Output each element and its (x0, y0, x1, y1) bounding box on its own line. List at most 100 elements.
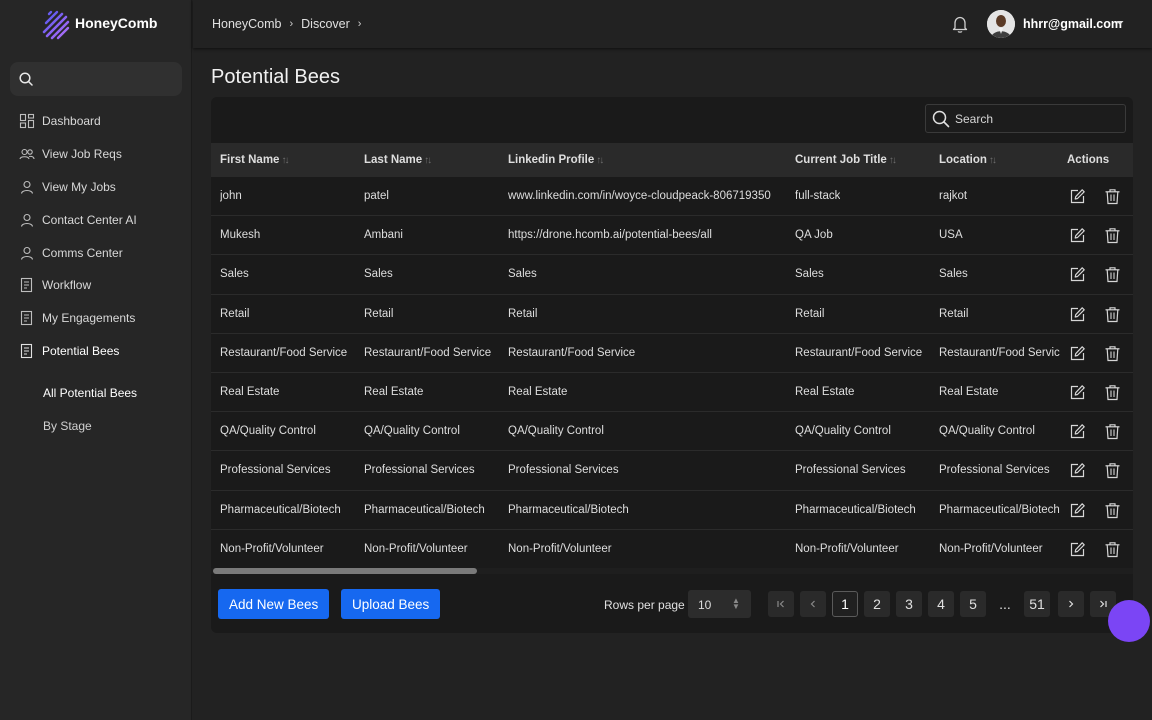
edit-icon[interactable] (1069, 188, 1086, 205)
edit-icon[interactable] (1069, 266, 1086, 283)
table-row[interactable]: Restaurant/Food Service Restaurant/Food S… (211, 334, 1133, 373)
linkedin-profile-cell: www.linkedin.com/in/woyce-cloudpeack-806… (508, 190, 771, 202)
add-new-bees-button[interactable]: Add New Bees (218, 589, 330, 619)
table-row[interactable]: Sales Sales Sales Sales Sales (211, 255, 1133, 295)
user-icon (20, 246, 34, 260)
sidebar: HoneyComb Dashboard View Job Reqs View M… (0, 0, 192, 720)
edit-icon[interactable] (1069, 345, 1086, 362)
sidebar-item-label: Potential Bees (42, 343, 120, 358)
table-row[interactable]: Retail Retail Retail Retail Retail (211, 295, 1133, 334)
user-icon (20, 180, 34, 194)
sidebar-item-label: Contact Center AI (42, 212, 137, 227)
trash-icon[interactable] (1104, 227, 1121, 244)
last-name-cell: Professional Services (364, 464, 475, 477)
edit-icon[interactable] (1069, 423, 1086, 440)
avatar[interactable] (987, 10, 1015, 38)
sort-icon[interactable]: ↑↓ (989, 155, 997, 166)
table-row[interactable]: Pharmaceutical/Biotech Pharmaceutical/Bio… (211, 491, 1133, 530)
trash-icon[interactable] (1104, 188, 1121, 205)
first-page-button[interactable] (768, 591, 794, 617)
bell-icon[interactable] (951, 15, 969, 34)
upload-bees-button[interactable]: Upload Bees (341, 589, 441, 619)
dashboard-icon (19, 114, 35, 129)
sidebar-item-label: View Job Reqs (42, 147, 122, 162)
horizontal-scrollbar[interactable] (211, 568, 1133, 574)
chevron-right-icon: › (357, 18, 362, 30)
edit-icon[interactable] (1069, 384, 1086, 401)
table-row[interactable]: QA/Quality Control QA/Quality Control QA/Q… (211, 412, 1133, 452)
rows-per-page-select[interactable]: 10 ▲ ▼ (688, 590, 751, 618)
trash-icon[interactable] (1104, 502, 1121, 519)
document-icon (20, 343, 33, 359)
next-page-button[interactable] (1058, 591, 1084, 617)
sort-icon[interactable]: ↑↓ (889, 155, 897, 166)
sidebar-subitem-all-potential-bees[interactable]: All Potential Bees (0, 376, 192, 409)
trash-icon[interactable] (1104, 345, 1121, 362)
previous-page-button[interactable] (800, 591, 826, 617)
sidebar-item-contact-center-ai[interactable]: Contact Center AI (0, 203, 192, 236)
sidebar-item-workflow[interactable]: Workflow (0, 269, 192, 302)
sidebar-search[interactable] (10, 62, 182, 96)
chevron-left-icon (810, 600, 815, 608)
table-row[interactable]: john patel www.linkedin.com/in/woyce-cloud… (211, 177, 1133, 217)
sidebar-item-dashboard[interactable]: Dashboard (0, 105, 192, 138)
location-cell: QA/Quality Control (939, 425, 1035, 438)
caret-down-icon[interactable] (1116, 20, 1124, 26)
top-bar: HoneyComb › Discover › hhrr@gmail.com (193, 0, 1152, 48)
sidebar-item-comms-center[interactable]: Comms Center (0, 236, 192, 269)
table-row[interactable]: Non-Profit/Volunteer Non-Profit/Volunteer… (211, 530, 1133, 569)
page-button-4[interactable]: 4 (928, 591, 954, 617)
edit-icon[interactable] (1069, 541, 1086, 558)
first-name-cell: QA/Quality Control (220, 425, 316, 438)
edit-icon[interactable] (1069, 462, 1086, 479)
sidebar-item-view-my-jobs[interactable]: View My Jobs (0, 171, 192, 204)
page-button-2[interactable]: 2 (864, 591, 890, 617)
page-button-51[interactable]: 51 (1024, 591, 1050, 617)
table-row[interactable]: Real Estate Real Estate Real Estate Real Es… (211, 373, 1133, 413)
column-header-first-name[interactable]: First Name ↑↓ (220, 154, 289, 166)
column-header-linkedin-profile[interactable]: Linkedin Profile ↑↓ (508, 154, 604, 166)
location-cell: Restaurant/Food Service (939, 346, 1060, 359)
scrollbar-thumb[interactable] (213, 568, 477, 574)
logo[interactable]: HoneyComb (40, 10, 157, 40)
first-name-cell: Retail (220, 307, 250, 320)
last-name-cell: Non-Profit/Volunteer (364, 542, 468, 555)
last-name-cell: Real Estate (364, 385, 424, 398)
trash-icon[interactable] (1104, 266, 1121, 283)
sidebar-subitem-by-stage[interactable]: By Stage (0, 409, 192, 442)
column-header-location[interactable]: Location ↑↓ (939, 154, 997, 166)
table-row[interactable]: Professional Services Professional Servic… (211, 451, 1133, 491)
sidebar-item-my-engagements[interactable]: My Engagements (0, 302, 192, 335)
search-input[interactable] (955, 110, 1115, 128)
floating-action-button[interactable] (1108, 600, 1150, 642)
trash-icon[interactable] (1104, 541, 1121, 558)
breadcrumb-item[interactable]: Discover (301, 17, 350, 31)
search-icon (19, 72, 33, 86)
edit-icon[interactable] (1069, 306, 1086, 323)
user-email[interactable]: hhrr@gmail.com (1023, 17, 1122, 31)
first-name-cell: Restaurant/Food Service (220, 346, 348, 359)
breadcrumb-item[interactable]: HoneyComb (212, 17, 281, 31)
sidebar-subnav: All Potential Bees By Stage (0, 376, 192, 442)
trash-icon[interactable] (1104, 384, 1121, 401)
trash-icon[interactable] (1104, 306, 1121, 323)
sort-icon[interactable]: ↑↓ (424, 155, 432, 166)
sidebar-item-view-job-reqs[interactable]: View Job Reqs (0, 138, 192, 171)
column-header-last-name[interactable]: Last Name ↑↓ (364, 154, 432, 166)
edit-icon[interactable] (1069, 502, 1086, 519)
trash-icon[interactable] (1104, 423, 1121, 440)
edit-icon[interactable] (1069, 227, 1086, 244)
sort-icon[interactable]: ↑↓ (596, 155, 604, 166)
table-card: First Name↑↓ Last Name↑↓ Linkedin Profil… (211, 97, 1133, 633)
page-button-3[interactable]: 3 (896, 591, 922, 617)
column-header-label: Actions (1067, 154, 1110, 166)
table-search[interactable] (925, 104, 1126, 133)
table-row[interactable]: Mukesh Ambani https://drone.hcomb.ai/poten… (211, 216, 1133, 256)
sort-icon[interactable]: ↑↓ (281, 155, 289, 166)
page-button-5[interactable]: 5 (960, 591, 986, 617)
column-header-current-job-title[interactable]: Current Job Title ↑↓ (795, 154, 897, 166)
trash-icon[interactable] (1104, 462, 1121, 479)
column-header-label: Location (939, 154, 987, 166)
page-button-1[interactable]: 1 (832, 591, 858, 617)
sidebar-item-potential-bees[interactable]: Potential Bees (0, 335, 192, 368)
